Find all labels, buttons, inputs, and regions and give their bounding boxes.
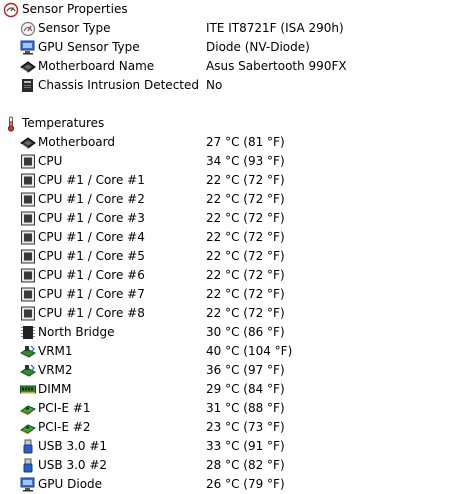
field-label: CPU #1 / Core #8 — [38, 306, 145, 320]
field-label: PCI-E #1 — [38, 401, 91, 415]
cpu-icon — [20, 306, 36, 321]
cpu-icon — [20, 211, 36, 226]
section-title: Sensor Properties — [22, 2, 128, 16]
field-label: Motherboard Name — [38, 59, 155, 73]
list-item[interactable]: DIMM 29 °C (84 °F) — [0, 380, 465, 399]
field-label: CPU #1 / Core #6 — [38, 268, 145, 282]
field-value: 22 °C (72 °F) — [206, 287, 285, 301]
field-label: VRM2 — [38, 363, 73, 377]
field-value: 40 °C (104 °F) — [206, 344, 293, 358]
usb-icon — [20, 458, 36, 473]
list-item[interactable]: VRM1 40 °C (104 °F) — [0, 342, 465, 361]
thermometer-icon — [3, 116, 19, 132]
field-value: 33 °C (91 °F) — [206, 439, 285, 453]
cpu-icon — [20, 173, 36, 188]
cpu-icon — [20, 230, 36, 245]
list-item[interactable]: North Bridge 30 °C (86 °F) — [0, 323, 465, 342]
section-header-sensor-properties[interactable]: Sensor Properties — [0, 0, 465, 19]
list-item[interactable]: Sensor Type ITE IT8721F (ISA 290h) — [0, 19, 465, 38]
list-item[interactable]: CPU #1 / Core #7 22 °C (72 °F) — [0, 285, 465, 304]
list-item[interactable]: CPU 34 °C (93 °F) — [0, 152, 465, 171]
list-item[interactable]: USB 3.0 #2 28 °C (82 °F) — [0, 456, 465, 475]
field-label: CPU #1 / Core #7 — [38, 287, 145, 301]
field-value: 29 °C (84 °F) — [206, 382, 285, 396]
field-value: 22 °C (72 °F) — [206, 249, 285, 263]
list-item[interactable]: CPU #1 / Core #8 22 °C (72 °F) — [0, 304, 465, 323]
field-value: 34 °C (93 °F) — [206, 154, 285, 168]
vrm-icon — [20, 363, 36, 378]
pcie-card-icon — [20, 420, 36, 435]
field-value: Diode (NV-Diode) — [206, 40, 310, 54]
field-label: CPU #1 / Core #5 — [38, 249, 145, 263]
field-label: GPU Diode — [38, 477, 103, 491]
cpu-icon — [20, 268, 36, 283]
field-value: 22 °C (72 °F) — [206, 173, 285, 187]
monitor-icon — [20, 40, 36, 55]
list-item[interactable]: CPU #1 / Core #4 22 °C (72 °F) — [0, 228, 465, 247]
list-item[interactable]: USB 3.0 #1 33 °C (91 °F) — [0, 437, 465, 456]
field-value: 22 °C (72 °F) — [206, 192, 285, 206]
field-value: ITE IT8721F (ISA 290h) — [206, 21, 344, 35]
field-value: 31 °C (88 °F) — [206, 401, 285, 415]
field-label: Sensor Type — [38, 21, 111, 35]
chip-icon — [20, 325, 36, 340]
list-item[interactable]: CPU #1 / Core #5 22 °C (72 °F) — [0, 247, 465, 266]
field-value: 30 °C (86 °F) — [206, 325, 285, 339]
section-title: Temperatures — [22, 116, 105, 130]
field-value: 28 °C (82 °F) — [206, 458, 285, 472]
field-value: 22 °C (72 °F) — [206, 268, 285, 282]
list-item[interactable]: CPU #1 / Core #6 22 °C (72 °F) — [0, 266, 465, 285]
list-item[interactable]: Motherboard 27 °C (81 °F) — [0, 133, 465, 152]
field-value: No — [206, 78, 223, 92]
monitor-icon — [20, 477, 36, 492]
list-item[interactable]: GPU Sensor Type Diode (NV-Diode) — [0, 38, 465, 57]
field-label: CPU #1 / Core #2 — [38, 192, 145, 206]
memory-icon — [20, 382, 36, 397]
sensor-properties-icon — [3, 2, 19, 17]
motherboard-icon — [20, 135, 36, 150]
field-label: CPU — [38, 154, 63, 168]
list-item[interactable]: PCI-E #1 31 °C (88 °F) — [0, 399, 465, 418]
field-value: 22 °C (72 °F) — [206, 211, 285, 225]
list-item[interactable]: Motherboard Name Asus Sabertooth 990FX — [0, 57, 465, 76]
sensor-icon — [20, 21, 36, 36]
list-item[interactable]: PCI-E #2 23 °C (73 °F) — [0, 418, 465, 437]
field-label: Chassis Intrusion Detected — [38, 78, 199, 92]
field-label: VRM1 — [38, 344, 73, 358]
vrm-icon — [20, 344, 36, 359]
cpu-icon — [20, 154, 36, 169]
field-value: Asus Sabertooth 990FX — [206, 59, 347, 73]
cpu-icon — [20, 287, 36, 302]
list-item[interactable]: VRM2 36 °C (97 °F) — [0, 361, 465, 380]
shield-icon — [20, 78, 36, 93]
pcie-card-icon — [20, 401, 36, 416]
field-value: 22 °C (72 °F) — [206, 230, 285, 244]
section-header-temperatures[interactable]: Temperatures — [0, 114, 465, 133]
field-label: CPU #1 / Core #1 — [38, 173, 145, 187]
field-label: USB 3.0 #1 — [38, 439, 108, 453]
field-label: Motherboard — [38, 135, 115, 149]
field-value: 27 °C (81 °F) — [206, 135, 285, 149]
sensor-list: Sensor Properties Sensor Type ITE IT8721F … — [0, 0, 465, 492]
list-item[interactable]: GPU Diode 26 °C (79 °F) — [0, 475, 465, 494]
field-label: CPU #1 / Core #4 — [38, 230, 145, 244]
field-value: 36 °C (97 °F) — [206, 363, 285, 377]
list-item[interactable]: CPU #1 / Core #1 22 °C (72 °F) — [0, 171, 465, 190]
field-value: 26 °C (79 °F) — [206, 477, 285, 491]
field-label: GPU Sensor Type — [38, 40, 140, 54]
cpu-icon — [20, 249, 36, 264]
field-label: DIMM — [38, 382, 72, 396]
field-value: 23 °C (73 °F) — [206, 420, 285, 434]
list-item[interactable]: CPU #1 / Core #2 22 °C (72 °F) — [0, 190, 465, 209]
list-item[interactable]: CPU #1 / Core #3 22 °C (72 °F) — [0, 209, 465, 228]
list-item[interactable]: Chassis Intrusion Detected No — [0, 76, 465, 95]
usb-icon — [20, 439, 36, 454]
field-label: USB 3.0 #2 — [38, 458, 108, 472]
cpu-icon — [20, 192, 36, 207]
motherboard-icon — [20, 59, 36, 74]
field-label: PCI-E #2 — [38, 420, 91, 434]
field-label: CPU #1 / Core #3 — [38, 211, 145, 225]
field-label: North Bridge — [38, 325, 115, 339]
field-value: 22 °C (72 °F) — [206, 306, 285, 320]
